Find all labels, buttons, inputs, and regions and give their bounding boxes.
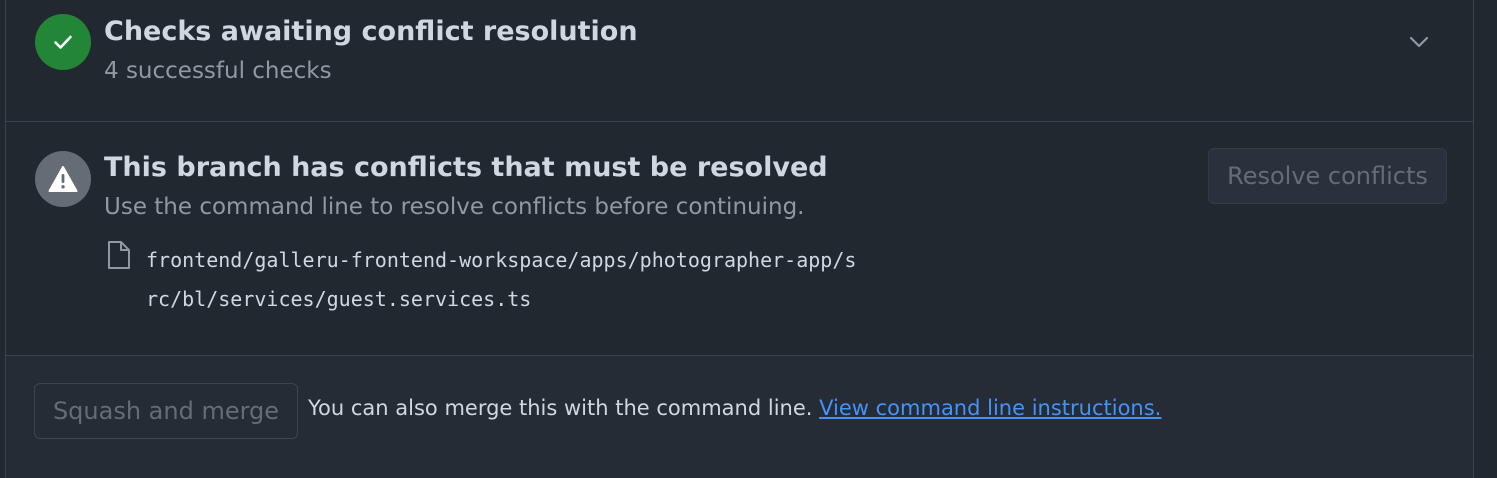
checks-title: Checks awaiting conflict resolution xyxy=(104,16,638,47)
conflicts-status-badge xyxy=(35,151,91,207)
squash-and-merge-button[interactable]: Squash and merge xyxy=(34,383,298,439)
merge-note-text: You can also merge this with the command… xyxy=(308,396,813,420)
merge-box: Checks awaiting conflict resolution 4 su… xyxy=(5,0,1474,478)
command-line-instructions-link[interactable]: View command line instructions. xyxy=(819,396,1161,420)
conflicts-description: Use the command line to resolve conflict… xyxy=(104,194,805,220)
resolve-conflicts-button[interactable]: Resolve conflicts xyxy=(1208,148,1447,204)
conflicts-title: This branch has conflicts that must be r… xyxy=(104,152,828,183)
checks-status-badge xyxy=(35,14,91,70)
chevron-down-icon[interactable] xyxy=(1408,34,1430,50)
file-icon xyxy=(108,241,130,269)
alert-icon xyxy=(48,166,78,192)
conflicting-file-path[interactable]: frontend/galleru-frontend-workspace/apps… xyxy=(146,241,866,319)
merge-command-line-note: You can also merge this with the command… xyxy=(308,396,1161,420)
checks-summary: 4 successful checks xyxy=(104,58,332,84)
check-icon xyxy=(54,35,72,49)
